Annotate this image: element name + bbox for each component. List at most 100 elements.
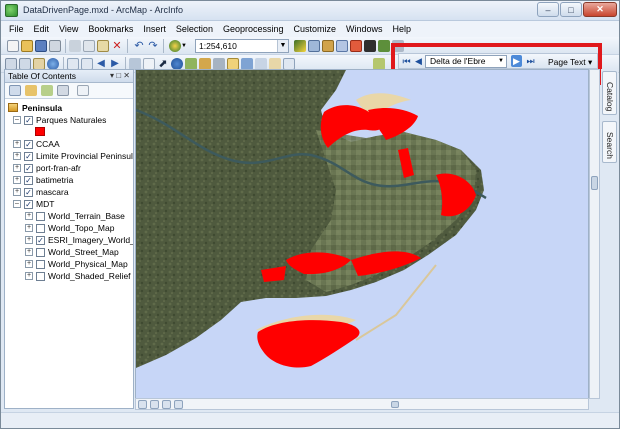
toc-legend-row (5, 126, 65, 138)
layer-visibility-checkbox[interactable]: ✓ (24, 176, 33, 185)
menu-edit[interactable]: Edit (34, 24, 50, 34)
data-view-icon[interactable] (138, 400, 147, 409)
layer-visibility-checkbox[interactable] (36, 260, 45, 269)
menu-file[interactable]: File (9, 24, 24, 34)
menu-geoprocessing[interactable]: Geoprocessing (223, 24, 284, 34)
copy-icon[interactable] (83, 40, 95, 52)
toc-tree: Peninsula – ✓ Parques Naturales + ✓ CCAA… (5, 102, 133, 408)
layer-visibility-checkbox[interactable]: ✓ (24, 188, 33, 197)
data-frame-icon (8, 103, 18, 112)
toc-item-label: mascara (36, 187, 69, 197)
print-icon[interactable] (49, 40, 61, 52)
chevron-down-icon[interactable]: ▼ (277, 40, 288, 52)
toc-header-controls[interactable]: ▾ □ ✕ (110, 70, 130, 82)
vertical-scrollbar-thumb[interactable] (591, 176, 598, 190)
expand-icon[interactable]: + (25, 212, 33, 220)
toolbar-separator (65, 39, 66, 53)
expand-icon[interactable]: + (25, 260, 33, 268)
map-scale-field[interactable]: 1:254,610 ▼ (195, 39, 289, 53)
collapse-icon[interactable]: – (13, 200, 21, 208)
search-tab[interactable]: Search (602, 121, 617, 163)
layer-visibility-checkbox[interactable]: ✓ (24, 140, 33, 149)
expand-icon[interactable]: + (13, 188, 21, 196)
open-folder-icon[interactable] (21, 40, 33, 52)
menu-bookmarks[interactable]: Bookmarks (88, 24, 133, 34)
expand-icon[interactable]: + (13, 152, 21, 160)
expand-icon[interactable]: + (25, 224, 33, 232)
layer-visibility-checkbox[interactable]: ✓ (36, 236, 45, 245)
layer-visibility-checkbox[interactable] (36, 272, 45, 281)
map-display[interactable] (135, 69, 589, 399)
layer-visibility-checkbox[interactable]: ✓ (24, 152, 33, 161)
toc-window-icon[interactable] (308, 40, 320, 52)
chevron-down-icon[interactable]: ▼ (181, 40, 193, 52)
layer-visibility-checkbox[interactable] (36, 248, 45, 257)
toc-item-label: World_Topo_Map (48, 223, 115, 233)
expand-icon[interactable]: + (13, 164, 21, 172)
toc-item-label: port-fran-afr (36, 163, 81, 173)
layer-visibility-checkbox[interactable] (36, 212, 45, 221)
catalog-tab[interactable]: Catalog (602, 71, 617, 115)
status-bar (1, 412, 619, 428)
arcmap-app-icon (5, 4, 18, 17)
menu-insert[interactable]: Insert (143, 24, 166, 34)
minimize-button[interactable]: – (537, 2, 559, 17)
search-window-icon[interactable] (336, 40, 348, 52)
editor-toolbar-icon[interactable] (294, 40, 306, 52)
list-by-drawing-order-icon[interactable] (9, 85, 21, 96)
layer-visibility-checkbox[interactable]: ✓ (24, 200, 33, 209)
layout-view-icon[interactable] (150, 400, 159, 409)
options-icon[interactable] (77, 85, 89, 96)
model-builder-icon[interactable] (378, 40, 390, 52)
vertical-scrollbar[interactable] (589, 69, 600, 399)
arctoolbox-icon[interactable] (350, 40, 362, 52)
toc-item-label: MDT (36, 199, 55, 209)
paste-icon[interactable] (97, 40, 109, 52)
list-by-source-icon[interactable] (25, 85, 37, 96)
toc-item-label: CCAA (36, 139, 60, 149)
list-by-visibility-icon[interactable] (41, 85, 53, 96)
horizontal-scrollbar-thumb[interactable] (391, 401, 399, 408)
toc-item-label: World_Street_Map (48, 247, 119, 257)
map-canvas (136, 70, 588, 398)
menu-selection[interactable]: Selection (176, 24, 213, 34)
expand-icon[interactable]: + (25, 236, 33, 244)
redo-icon[interactable]: ↷ (147, 40, 159, 52)
expand-icon[interactable]: + (25, 248, 33, 256)
menu-help[interactable]: Help (393, 24, 412, 34)
menu-view[interactable]: View (59, 24, 78, 34)
undo-icon[interactable]: ↶ (133, 40, 145, 52)
cut-icon[interactable] (69, 40, 81, 52)
menu-customize[interactable]: Customize (294, 24, 337, 34)
close-button[interactable]: ✕ (583, 2, 617, 17)
pause-drawing-icon[interactable] (174, 400, 183, 409)
toc-item-label: batimetria (36, 175, 74, 185)
collapse-icon[interactable]: – (13, 116, 21, 124)
delete-icon[interactable]: ✕ (111, 40, 123, 52)
maximize-button[interactable]: □ (560, 2, 582, 17)
add-data-icon[interactable] (169, 40, 181, 52)
refresh-icon[interactable] (162, 400, 171, 409)
save-icon[interactable] (35, 40, 47, 52)
window-title: DataDrivenPage.mxd - ArcMap - ArcInfo (23, 5, 184, 15)
expand-icon[interactable]: + (13, 140, 21, 148)
table-of-contents: Table Of Contents ▾ □ ✕ Peninsula – ✓ Pa… (4, 69, 134, 409)
catalog-window-icon[interactable] (322, 40, 334, 52)
title-bar: DataDrivenPage.mxd - ArcMap - ArcInfo – … (1, 1, 619, 21)
layer-visibility-checkbox[interactable]: ✓ (24, 164, 33, 173)
list-by-selection-icon[interactable] (57, 85, 69, 96)
search-tab-label: Search (605, 132, 615, 159)
expand-icon[interactable]: + (25, 272, 33, 280)
layer-visibility-checkbox[interactable] (36, 224, 45, 233)
legend-swatch-red (35, 127, 45, 136)
new-document-icon[interactable] (7, 40, 19, 52)
expand-icon[interactable]: + (13, 176, 21, 184)
python-window-icon[interactable] (364, 40, 376, 52)
map-bottom-bar (135, 398, 589, 410)
menu-windows[interactable]: Windows (346, 24, 383, 34)
toc-item-label: Peninsula (22, 103, 63, 113)
toc-item-label: ESRI_Imagery_World_2D (48, 235, 133, 245)
toolbar-separator (127, 39, 128, 53)
side-dock: Catalog Search (601, 69, 618, 409)
layer-visibility-checkbox[interactable]: ✓ (24, 116, 33, 125)
